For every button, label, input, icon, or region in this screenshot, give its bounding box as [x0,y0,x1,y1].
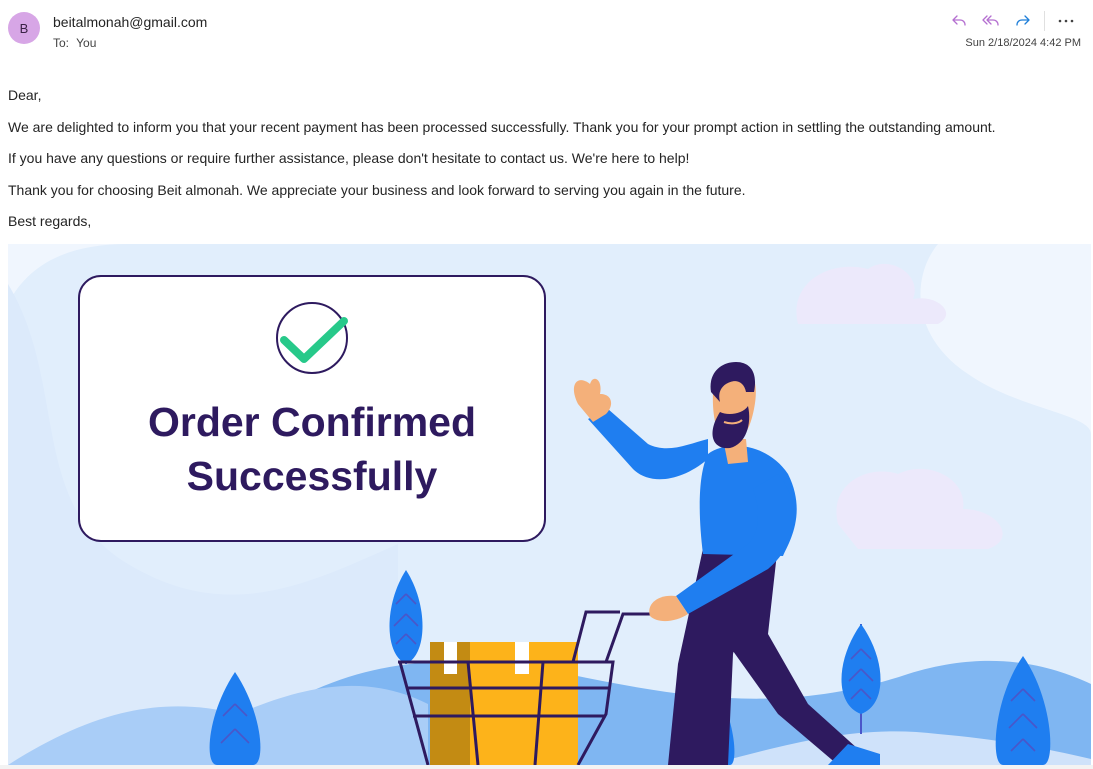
reply-icon [952,15,966,26]
banner-title-line2: Successfully [187,453,438,499]
email-header: B beitalmonah@gmail.com To: You Sun 2/18… [0,0,1093,70]
closing: Best regards, [8,213,92,230]
message-timestamp: Sun 2/18/2024 4:42 PM [965,37,1081,49]
banner-title-line1: Order Confirmed [148,399,476,445]
order-confirmed-banner[interactable]: Order Confirmed Successfully [8,244,1091,765]
sender-email[interactable]: beitalmonah@gmail.com [53,14,207,30]
banner-illustration: Order Confirmed Successfully [8,244,1091,765]
reply-button[interactable] [946,10,972,32]
greeting: Dear, [8,87,42,103]
recipient-name[interactable]: You [76,36,96,50]
body-paragraph: Thank you for choosing Beit almonah. We … [8,181,746,198]
body-paragraph: We are delighted to inform you that your… [8,118,996,135]
recipient-line: To: You [53,36,100,50]
to-label: To: [53,36,70,50]
forward-button[interactable] [1010,10,1036,32]
actions-divider [1044,11,1045,31]
reply-all-icon [982,15,999,26]
reply-all-button[interactable] [978,10,1004,32]
forward-icon [1016,15,1030,26]
message-actions [946,10,1079,32]
avatar[interactable]: B [8,12,40,44]
message-body: Dear, We are delighted to inform you tha… [8,86,1083,244]
body-paragraph: If you have any questions or require fur… [8,150,690,167]
more-options-button[interactable] [1053,10,1079,32]
more-options-icon [1058,19,1074,23]
bottom-scroll-area [0,765,1093,769]
